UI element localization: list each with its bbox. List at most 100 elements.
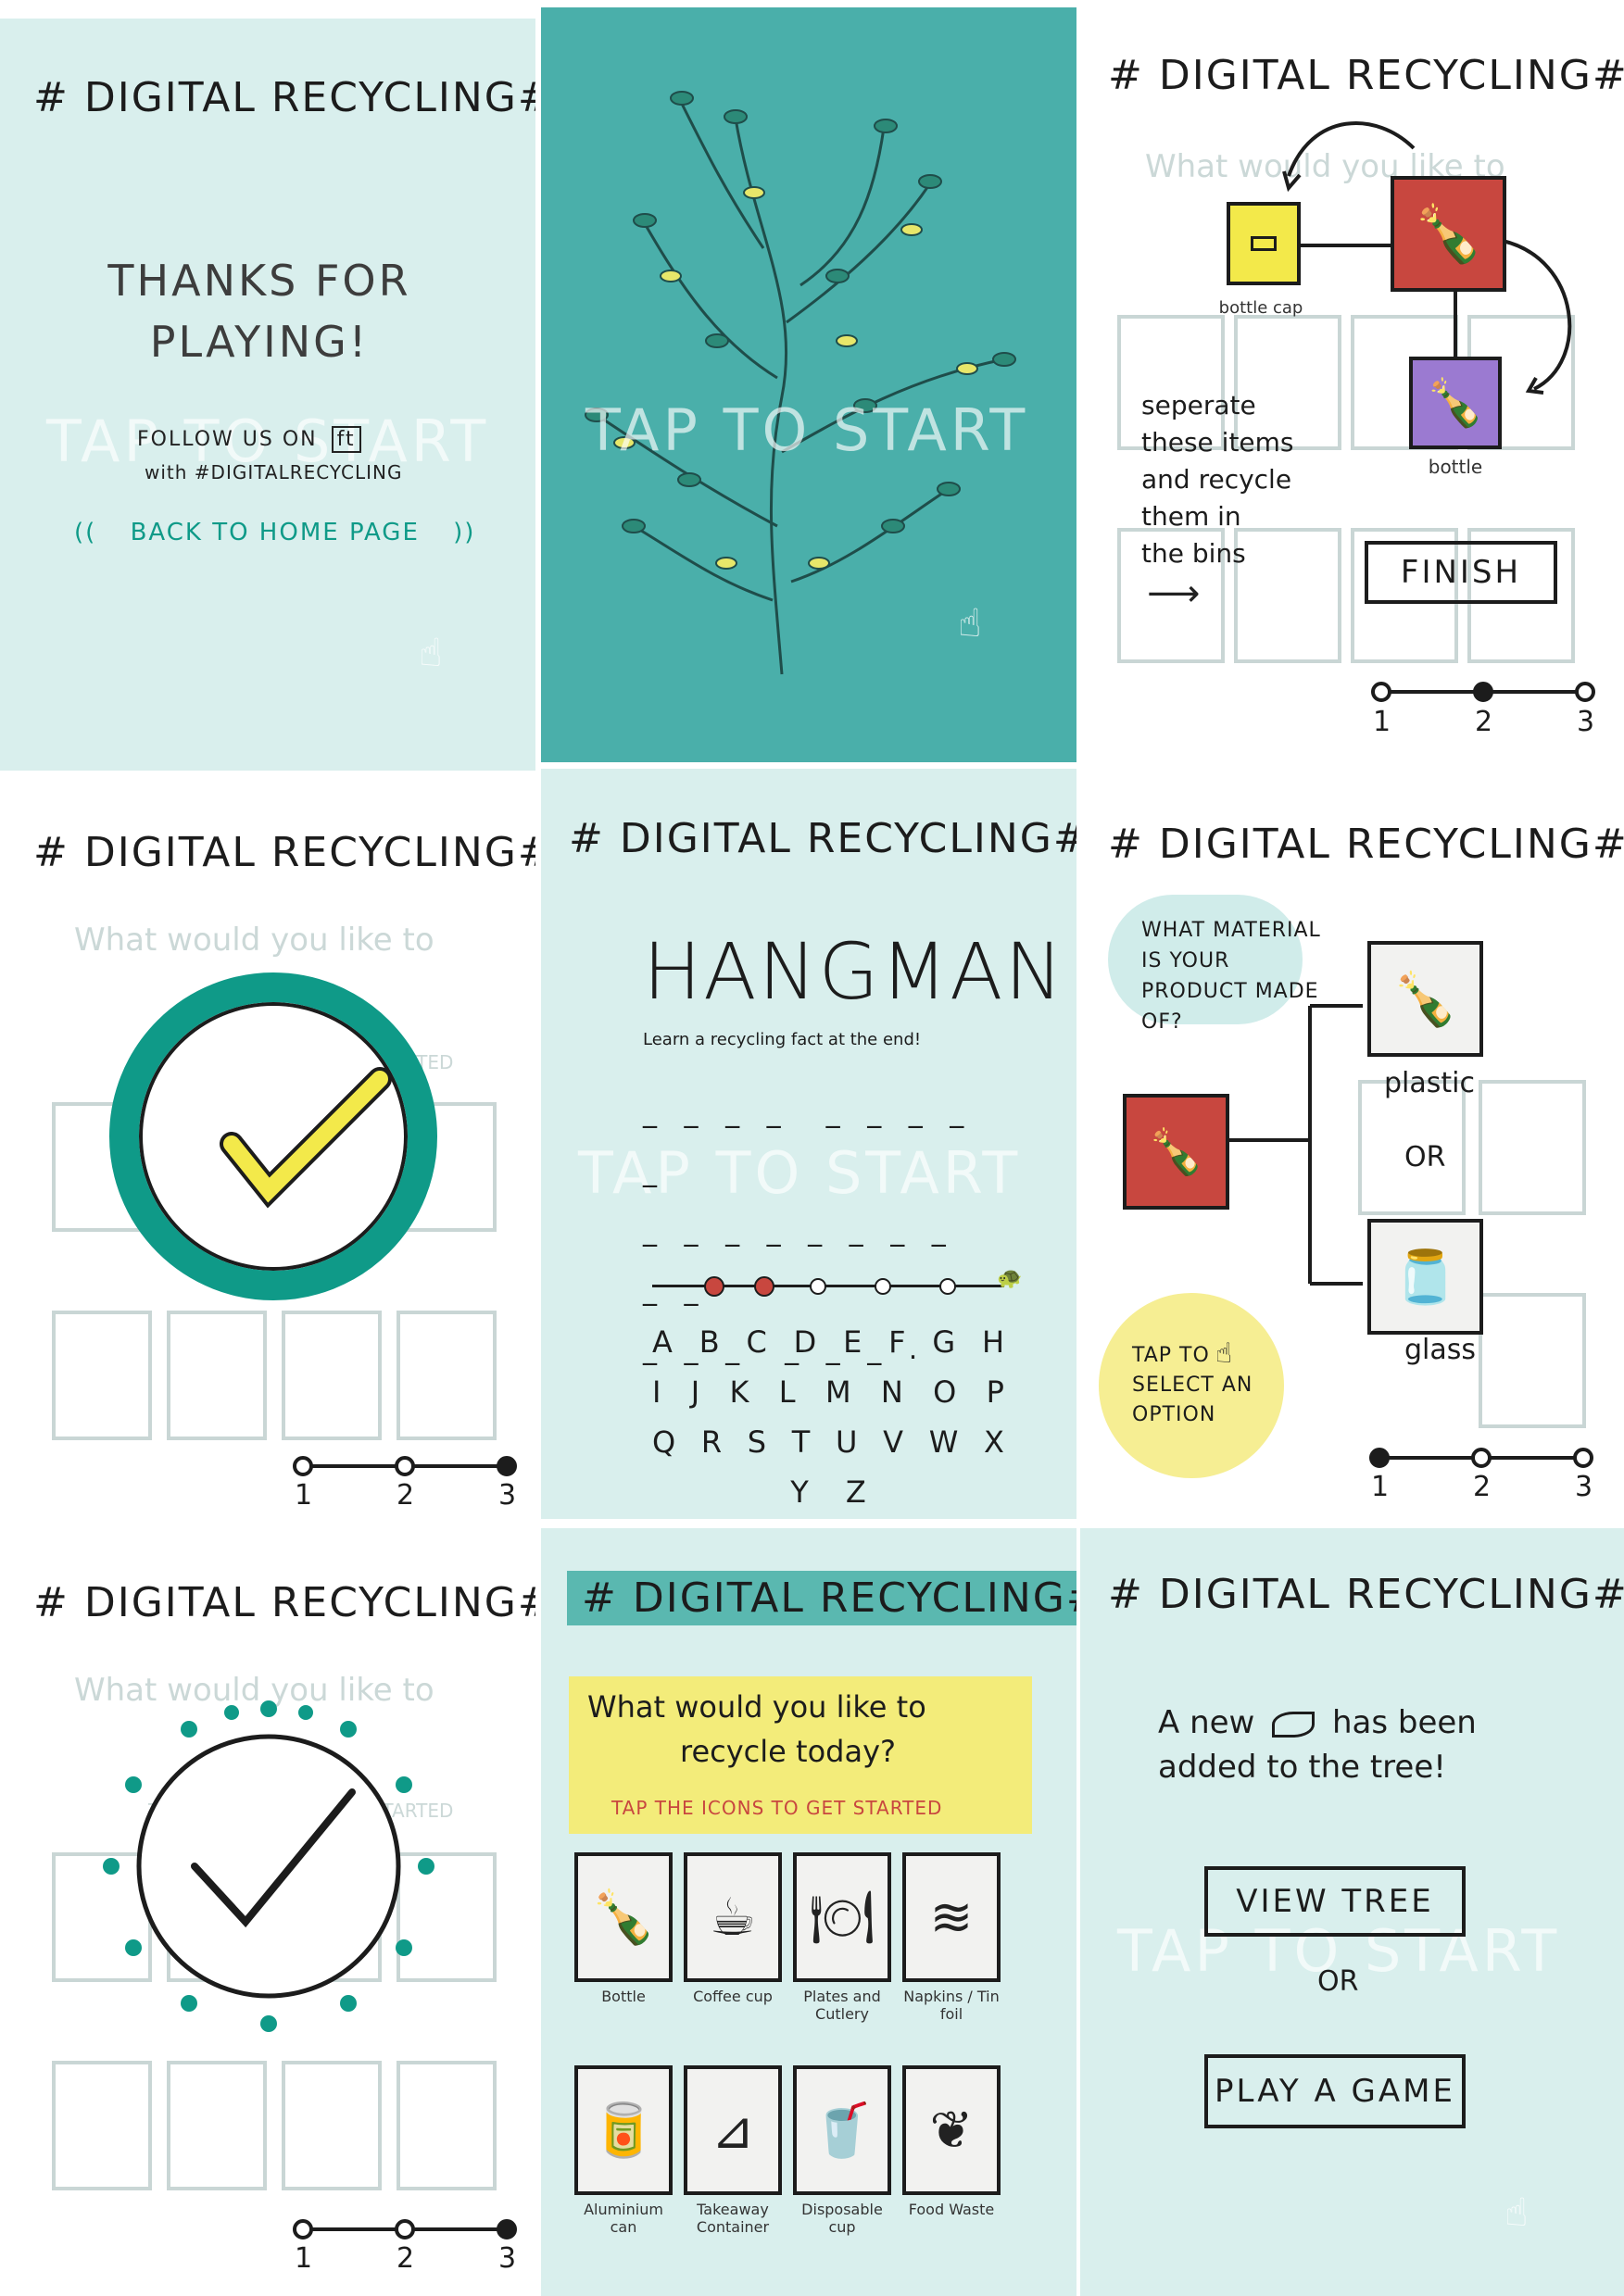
leaf-added-line-2: added to the tree! xyxy=(1158,1749,1446,1786)
letter-key[interactable]: M xyxy=(825,1374,851,1424)
letter-key[interactable]: V xyxy=(883,1424,903,1474)
back-home-label: BACK TO HOME PAGE xyxy=(130,519,420,546)
letter-key[interactable]: K xyxy=(730,1374,749,1424)
letter-key[interactable]: S xyxy=(748,1424,766,1474)
attempts-track: 🐢 xyxy=(652,1267,1032,1297)
letter-key[interactable]: P xyxy=(987,1374,1004,1424)
follow-hashtag: with #DIGITALRECYCLING xyxy=(145,461,403,483)
letter-key[interactable]: L xyxy=(779,1374,796,1424)
sound-wave-left-icon: (( xyxy=(74,519,97,546)
item-plates-cutlery[interactable]: 🍽 xyxy=(793,1852,891,1982)
coffee-cup-icon: ☕ xyxy=(709,1887,757,1948)
letter-key[interactable]: Q xyxy=(652,1424,675,1474)
letter-key[interactable]: T xyxy=(792,1424,811,1474)
letter-key[interactable]: R xyxy=(701,1424,722,1474)
or-label: OR xyxy=(1404,1141,1446,1173)
letter-key[interactable]: Z xyxy=(846,1474,866,1519)
letter-key[interactable]: I xyxy=(652,1374,661,1424)
keyboard-row-1: A B C D E F G H xyxy=(652,1324,1004,1374)
app-title: # DIGITAL RECYCLING# xyxy=(33,1579,535,1626)
letter-key[interactable]: O xyxy=(933,1374,956,1424)
item-label: Disposable cup xyxy=(801,2201,883,2236)
item-takeaway-container[interactable]: ⊿ xyxy=(684,2065,782,2195)
bottle-source[interactable]: 🍾 xyxy=(1391,176,1506,292)
question-line-2: recycle today? xyxy=(680,1734,896,1769)
leaf-added-line-1: A new has been xyxy=(1158,1704,1477,1741)
home-screen: # DIGITAL RECYCLING# What would you like… xyxy=(541,1528,1076,2296)
progress-label-2: 2 xyxy=(1473,1471,1492,1503)
bottle-cap-bin[interactable] xyxy=(1227,202,1301,285)
item-napkins[interactable]: ≋ xyxy=(902,1852,1001,1982)
plastic-option[interactable]: 🍾 xyxy=(1367,941,1483,1057)
app-title: # DIGITAL RECYCLING# xyxy=(1108,1571,1624,1618)
ghost-box xyxy=(167,1311,267,1440)
item-label: Food Waste xyxy=(908,2201,995,2218)
tap-hand-icon: ☝ xyxy=(419,630,443,675)
ghost-box xyxy=(52,1311,152,1440)
letter-key[interactable]: F xyxy=(888,1324,905,1374)
letter-key[interactable]: D xyxy=(794,1324,817,1374)
letter-key[interactable]: G xyxy=(932,1324,955,1374)
letter-key[interactable]: B xyxy=(699,1324,720,1374)
hangman-title: HANGMAN xyxy=(643,926,1065,1017)
follow-prefix: FOLLOW US ON xyxy=(137,428,318,451)
glass-option[interactable]: 🫙 xyxy=(1367,1219,1483,1335)
progress-step-1 xyxy=(293,1456,313,1476)
item-bottle[interactable]: 🍾 xyxy=(574,1852,673,1982)
app-title: # DIGITAL RECYCLING# xyxy=(33,829,535,876)
back-home-link[interactable]: (( BACK TO HOME PAGE )) xyxy=(74,519,475,546)
item-disposable-cup[interactable]: 🥤 xyxy=(793,2065,891,2195)
view-tree-button[interactable]: VIEW TREE xyxy=(1204,1866,1466,1937)
check-icon xyxy=(220,1067,392,1209)
play-game-button[interactable]: PLAY A GAME xyxy=(1204,2054,1466,2128)
plastic-label: plastic xyxy=(1384,1067,1475,1099)
letter-key[interactable]: Y xyxy=(790,1474,809,1519)
letter-key[interactable]: N xyxy=(881,1374,903,1424)
item-aluminium-can[interactable]: 🥫 xyxy=(574,2065,673,2195)
separate-instructions: seperate these items and recycle them in… xyxy=(1141,387,1294,572)
keyboard-row-3: Q R S T U V W X xyxy=(652,1424,1004,1474)
progress-label-3: 3 xyxy=(1575,1471,1593,1503)
attempt-dot xyxy=(704,1276,724,1297)
letter-key[interactable]: E xyxy=(843,1324,862,1374)
letter-key[interactable]: H xyxy=(982,1324,1004,1374)
attempt-dot xyxy=(875,1278,891,1295)
hangman-subtitle: Learn a recycling fact at the end! xyxy=(643,1030,922,1049)
item-label: Takeaway Container xyxy=(696,2201,770,2236)
plate-cutlery-icon: 🍽 xyxy=(809,1888,875,1948)
ghost-box xyxy=(282,1311,382,1440)
success-screen-ring: # DIGITAL RECYCLING# What would you like… xyxy=(0,783,535,1533)
letter-key[interactable]: J xyxy=(691,1374,699,1424)
item-label: Plates and Cutlery xyxy=(803,1988,881,2023)
thanks-screen: # DIGITAL RECYCLING# TAP TO START THANKS… xyxy=(0,19,535,771)
finish-button[interactable]: FINISH xyxy=(1365,541,1557,604)
letter-key[interactable]: W xyxy=(929,1424,959,1474)
container-icon: ⊿ xyxy=(711,2100,755,2161)
hangman-screen: # DIGITAL RECYCLING# TAP TO START HANGMA… xyxy=(541,769,1076,1519)
attempt-dot xyxy=(754,1276,774,1297)
bottle-icon: 🍾 xyxy=(1414,202,1483,267)
letter-key[interactable]: U xyxy=(836,1424,857,1474)
tap-hint-text: TAP TO SELECT AN OPTION xyxy=(1132,1344,1253,1426)
bottle-bin[interactable]: 🍾 xyxy=(1409,357,1502,449)
letter-key[interactable]: C xyxy=(746,1324,766,1374)
letter-key[interactable]: A xyxy=(652,1324,673,1374)
tap-icons-line: TAP THE ICONS TO GET STARTED xyxy=(611,1797,943,1819)
bottle-bin-label: bottle xyxy=(1428,456,1483,478)
tree-screen[interactable]: TAP TO START ☝ xyxy=(541,7,1076,762)
tap-to-start-label[interactable]: TAP TO START xyxy=(585,396,1028,464)
item-food-waste[interactable]: ❦ xyxy=(902,2065,1001,2195)
or-label: OR xyxy=(1317,1965,1359,1998)
progress-label-1: 1 xyxy=(295,1479,313,1512)
item-coffee-cup[interactable]: ☕ xyxy=(684,1852,782,1982)
instruction-line: seperate xyxy=(1141,390,1256,420)
progress-label-2: 2 xyxy=(1475,706,1493,738)
attempt-dot xyxy=(810,1278,826,1295)
letter-keyboard: A B C D E F G H I J K L M N O P Q R S T … xyxy=(652,1324,1004,1519)
letter-key[interactable]: X xyxy=(984,1424,1004,1474)
question-line-1: What would you like to xyxy=(587,1689,926,1725)
bottle-icon: 🍾 xyxy=(1148,1126,1204,1178)
progress-label-2: 2 xyxy=(397,2242,415,2275)
disposable-cup-icon: 🥤 xyxy=(810,2101,875,2161)
tap-hand-icon: ☝ xyxy=(958,600,982,646)
